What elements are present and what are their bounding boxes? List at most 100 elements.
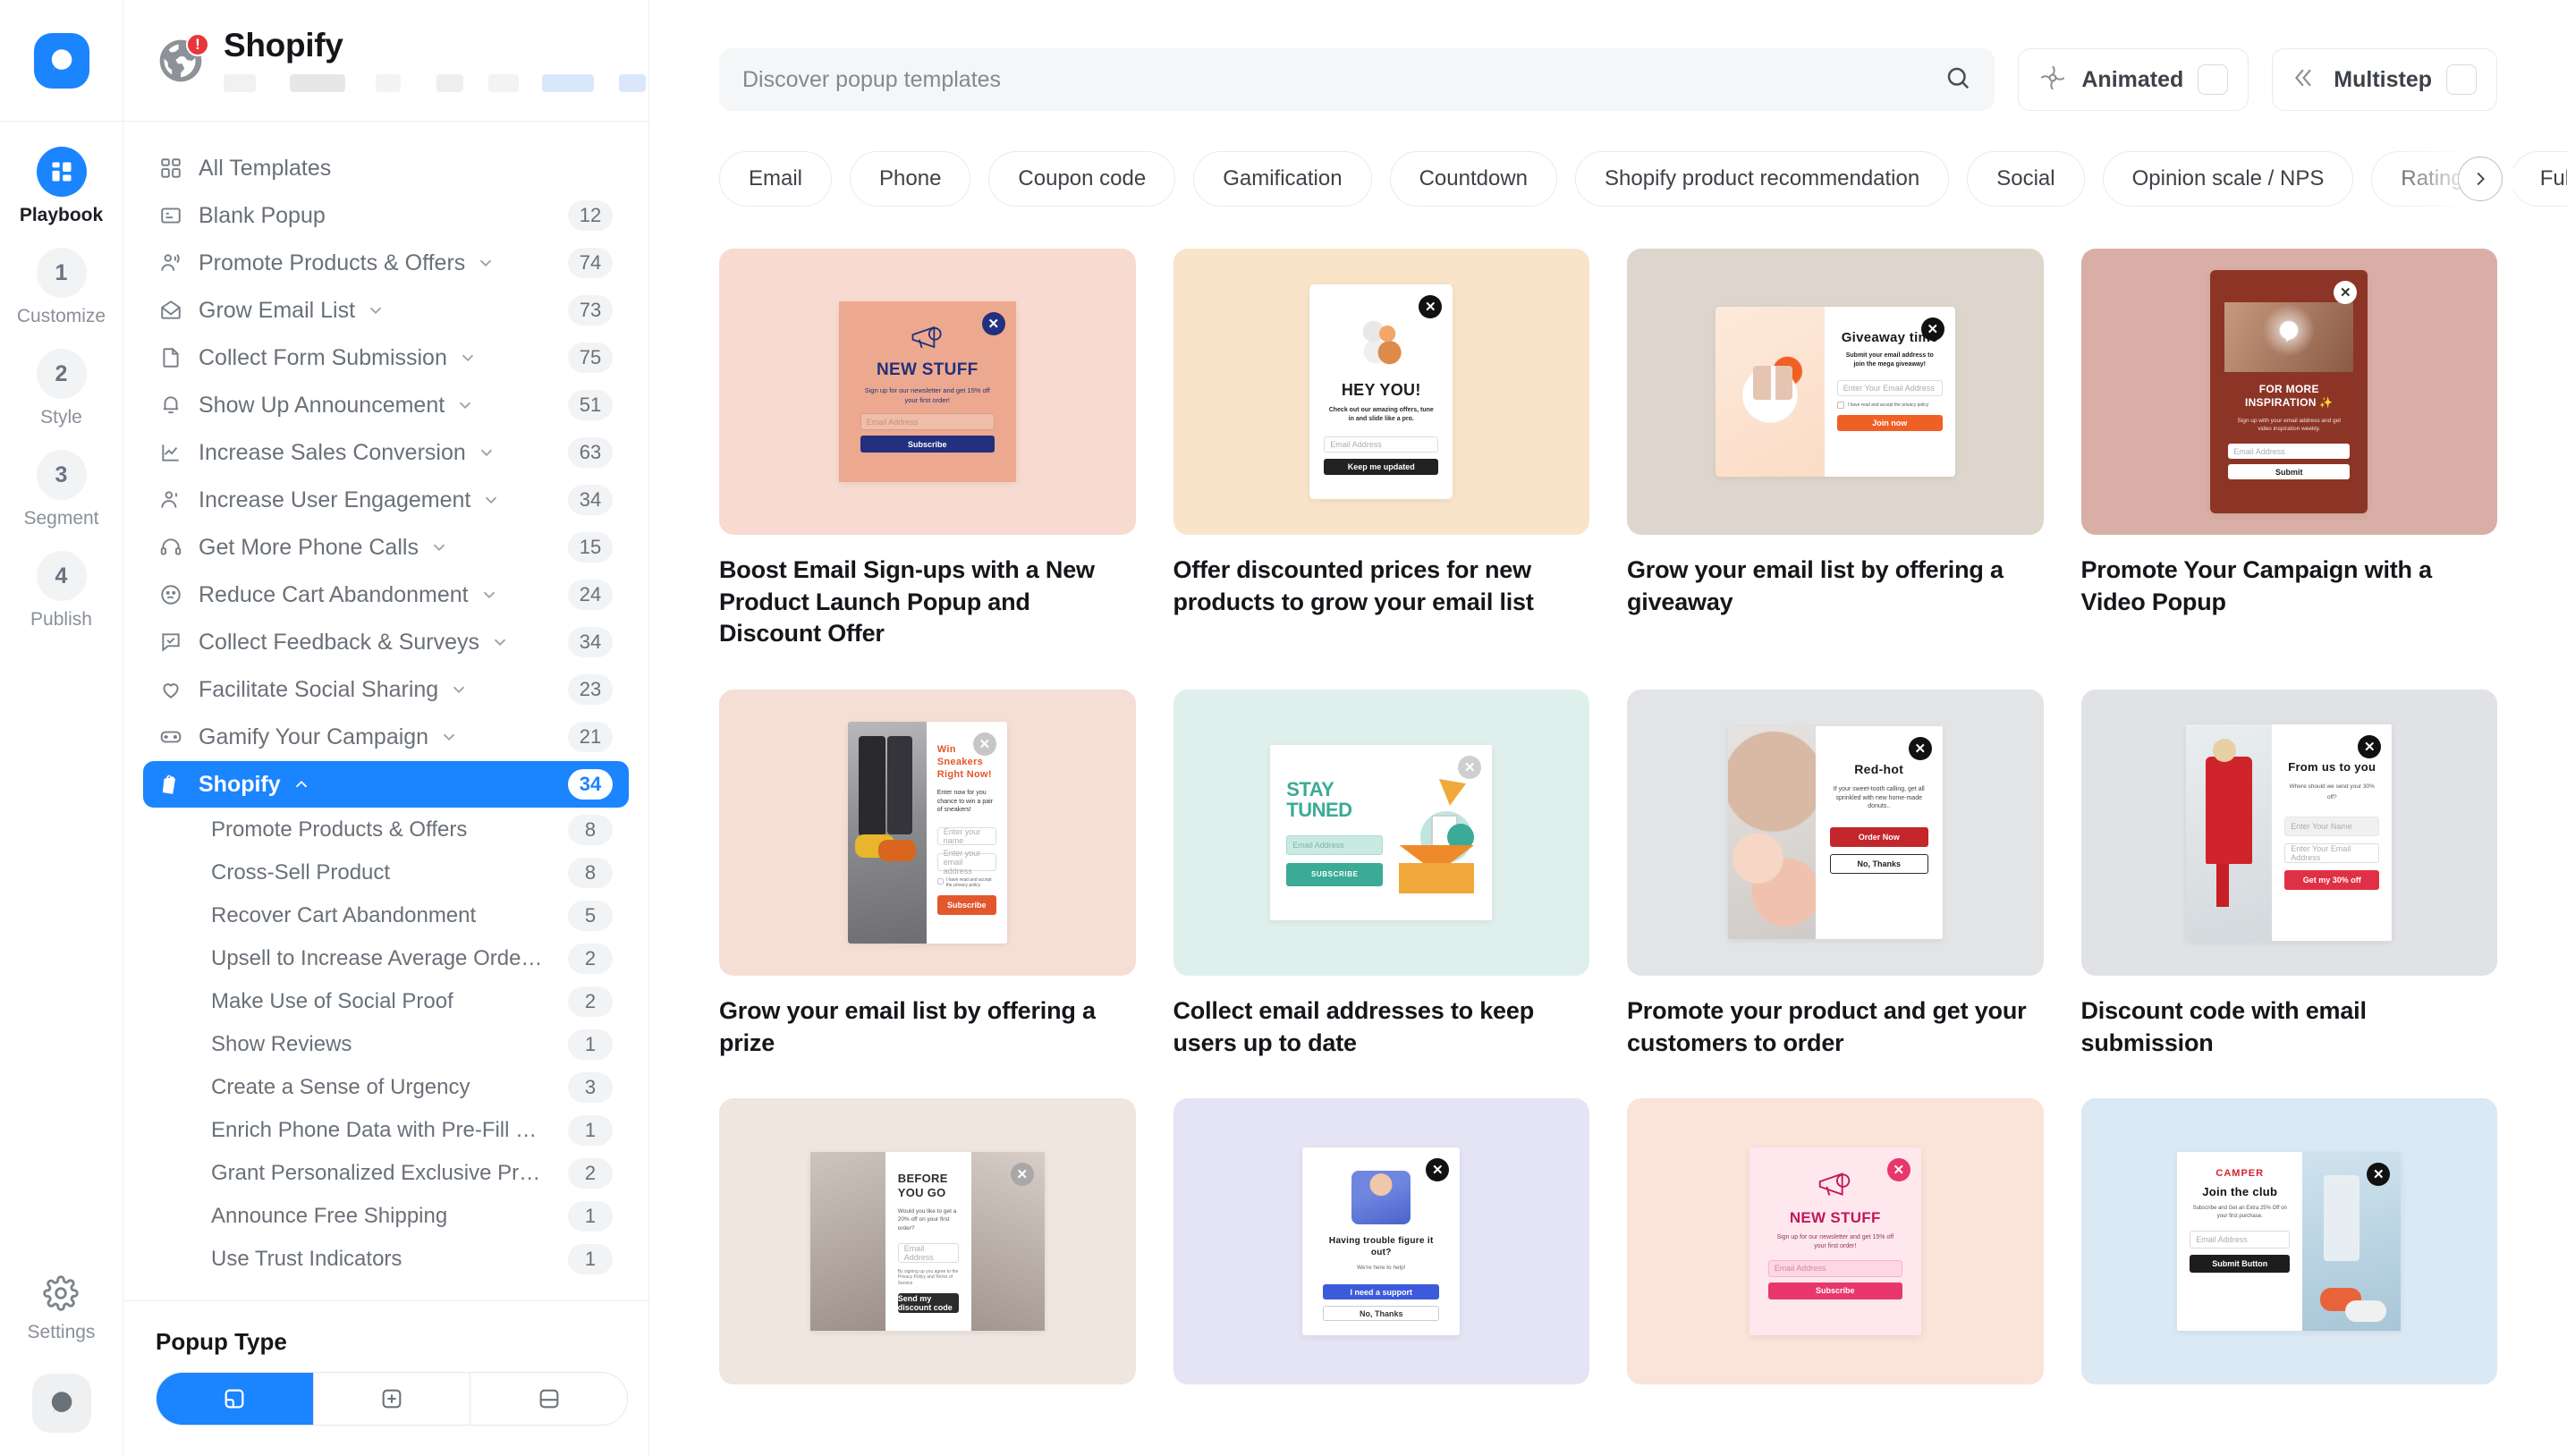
sidebar-subitem-exclusive-promotions[interactable]: Grant Personalized Exclusive Pr… 2 [143,1152,629,1195]
chevron-right-icon[interactable] [2458,157,2503,201]
sidebar-item-show-up-announcement[interactable]: Show Up Announcement 51 [143,382,629,428]
close-icon[interactable]: ✕ [1426,1158,1450,1182]
chevron-down-icon[interactable] [481,490,501,510]
filter-chip-social[interactable]: Social [1967,151,2085,207]
sidebar-subitem-recover-cart-abandonment[interactable]: Recover Cart Abandonment 5 [143,894,629,937]
email-field[interactable]: Enter your email address [936,849,996,876]
no-thanks-button[interactable]: No, Thanks [1829,854,1928,875]
template-thumbnail[interactable]: ✕ HEY YOU! Check out our amazing offers,… [1173,249,1589,535]
sidebar-subitem-promote-products[interactable]: Promote Products & Offers 8 [143,808,629,851]
chat-bubble-icon[interactable] [31,1374,91,1433]
close-icon[interactable]: ✕ [2334,281,2358,304]
sidebar-item-playbook[interactable]: Playbook [0,147,123,226]
app-logo[interactable] [0,0,123,122]
category-list[interactable]: All Templates Blank Popup 12 Promote Pro… [123,122,648,1300]
email-field[interactable]: Email Address [1324,436,1439,453]
join-now-button[interactable]: Join now [1836,414,1943,431]
template-card[interactable]: ✕ From us to you Where should we send yo… [2080,689,2497,1059]
no-thanks-button[interactable]: No, Thanks [1323,1306,1440,1322]
sidebar-item-collect-feedback-surveys[interactable]: Collect Feedback & Surveys 34 [143,619,629,665]
chevron-down-icon[interactable] [490,632,510,652]
template-card[interactable]: ✕ BEFORE YOU GO Would you like to get a … [719,1098,1136,1404]
sidebar-subitem-urgency[interactable]: Create a Sense of Urgency 3 [143,1066,629,1109]
popup-type-segmented-control[interactable] [156,1372,628,1426]
subscribe-button[interactable]: SUBSCRIBE [1286,862,1384,886]
template-card[interactable]: ✕ Having trouble figure it out? We're he… [1173,1098,1589,1404]
chevron-down-icon[interactable] [429,538,449,557]
sidebar-item-collect-form-submission[interactable]: Collect Form Submission 75 [143,334,629,381]
email-field[interactable]: Enter Your Email Address [1836,379,1943,396]
subscribe-button[interactable]: Subscribe [936,895,996,916]
template-thumbnail[interactable]: ✕ From us to you Where should we send yo… [2080,689,2497,976]
chevron-down-icon[interactable] [476,253,496,273]
sidebar-subitem-upsell[interactable]: Upsell to Increase Average Orde… 2 [143,937,629,980]
sidebar-item-style[interactable]: 2 Style [0,349,123,428]
template-card[interactable]: ✕ CAMPER Join the club Subscribe and Get… [2080,1098,2497,1404]
template-thumbnail[interactable]: ✕ STAY TUNED Email Address SUBSCRIBE [1173,689,1589,976]
sidebar-item-all-templates[interactable]: All Templates [143,145,629,191]
settings-button[interactable]: Settings [28,1275,95,1343]
sidebar-item-grow-email-list[interactable]: Grow Email List 73 [143,287,629,334]
sidebar-item-blank-popup[interactable]: Blank Popup 12 [143,192,629,239]
send-discount-button[interactable]: Send my discount code [897,1293,959,1314]
chevron-down-icon[interactable] [458,348,478,368]
multistep-checkbox[interactable] [2446,64,2477,95]
sidebar-item-increase-user-engagement[interactable]: Increase User Engagement 34 [143,477,629,523]
email-field[interactable]: Email Address [1767,1259,1902,1277]
template-card[interactable]: ✕ HEY YOU! Check out our amazing offers,… [1173,249,1589,650]
sidebar-item-reduce-cart-abandonment[interactable]: Reduce Cart Abandonment 24 [143,571,629,618]
close-icon[interactable]: ✕ [981,312,1005,335]
filter-chip-full-name[interactable]: Full name [2510,151,2567,207]
search-container[interactable] [719,48,1995,111]
template-thumbnail[interactable]: ✕ CAMPER Join the club Subscribe and Get… [2080,1098,2497,1385]
email-field[interactable]: Email Address [860,413,995,430]
close-icon[interactable]: ✕ [972,732,996,756]
template-card[interactable]: ✕ STAY TUNED Email Address SUBSCRIBE Col… [1173,689,1589,1059]
filter-chip-row[interactable]: Email Phone Coupon code Gamification Cou… [649,150,2567,207]
subscribe-button[interactable]: Subscribe [860,436,995,453]
filter-chip-shopify-product-recommendation[interactable]: Shopify product recommendation [1575,151,1950,207]
animated-filter-toggle[interactable]: Animated [2018,48,2249,111]
name-field[interactable]: Enter your name [936,827,996,846]
template-card[interactable]: ✕ Giveaway time Submit your email addres… [1627,249,2044,650]
sidebar-item-facilitate-social-sharing[interactable]: Facilitate Social Sharing 23 [143,666,629,713]
email-field[interactable]: Enter Your Email Address [2284,842,2380,863]
sidebar-subitem-show-reviews[interactable]: Show Reviews 1 [143,1023,629,1066]
email-field[interactable]: Email Address [1286,834,1384,855]
popup-corner-icon[interactable] [157,1373,314,1425]
sidebar-item-get-more-phone-calls[interactable]: Get More Phone Calls 15 [143,524,629,571]
sidebar-item-increase-sales-conversion[interactable]: Increase Sales Conversion 63 [143,429,629,476]
sidebar-subitem-enrich-phone-data[interactable]: Enrich Phone Data with Pre-Fill … 1 [143,1109,629,1152]
submit-button[interactable]: Submit [2228,464,2351,480]
close-icon[interactable]: ✕ [1419,295,1443,318]
email-field[interactable]: Email Address [2228,444,2351,460]
close-icon[interactable]: ✕ [1908,736,1932,760]
template-card[interactable]: ✕ NEW STUFF Sign up for our newsletter a… [1627,1098,2044,1404]
support-button[interactable]: I need a support [1323,1284,1440,1300]
multistep-filter-toggle[interactable]: Multistep [2272,48,2497,111]
template-card[interactable]: ✕ NEW STUFF Sign up for our newsletter a… [719,249,1136,650]
template-thumbnail[interactable]: ✕ Red-hot If your sweet-tooth calling, g… [1627,689,2044,976]
animated-checkbox[interactable] [2198,64,2229,95]
sidebar-item-segment[interactable]: 3 Segment [0,450,123,529]
email-field[interactable]: Email Address [897,1242,959,1263]
filter-chip-email[interactable]: Email [719,151,833,207]
get-discount-button[interactable]: Get my 30% off [2284,869,2380,890]
sidebar-subitem-cross-sell-product[interactable]: Cross-Sell Product 8 [143,851,629,894]
template-thumbnail[interactable]: ✕ NEW STUFF Sign up for our newsletter a… [719,249,1136,535]
close-icon[interactable]: ✕ [1010,1163,1034,1187]
template-card[interactable]: ✕ Red-hot If your sweet-tooth calling, g… [1627,689,2044,1059]
sidebar-item-gamify-your-campaign[interactable]: Gamify Your Campaign 21 [143,714,629,760]
consent-checkbox[interactable] [1836,401,1844,409]
template-thumbnail[interactable]: ✕ FOR MORE INSPIRATION ✨ Sign up with yo… [2080,249,2497,535]
chevron-down-icon[interactable] [439,727,459,747]
close-icon[interactable]: ✕ [2358,734,2382,758]
filter-chip-gamification[interactable]: Gamification [1193,151,1372,207]
consent-checkbox[interactable] [936,878,944,885]
keep-me-updated-button[interactable]: Keep me updated [1324,458,1439,475]
sidebar-subitem-free-shipping[interactable]: Announce Free Shipping 1 [143,1195,629,1238]
template-thumbnail[interactable]: ✕ Win Sneakers Right Now! Enter now for … [719,689,1136,976]
sidebar-item-publish[interactable]: 4 Publish [0,551,123,631]
order-now-button[interactable]: Order Now [1829,827,1928,848]
email-field[interactable]: Email Address [2190,1230,2291,1249]
